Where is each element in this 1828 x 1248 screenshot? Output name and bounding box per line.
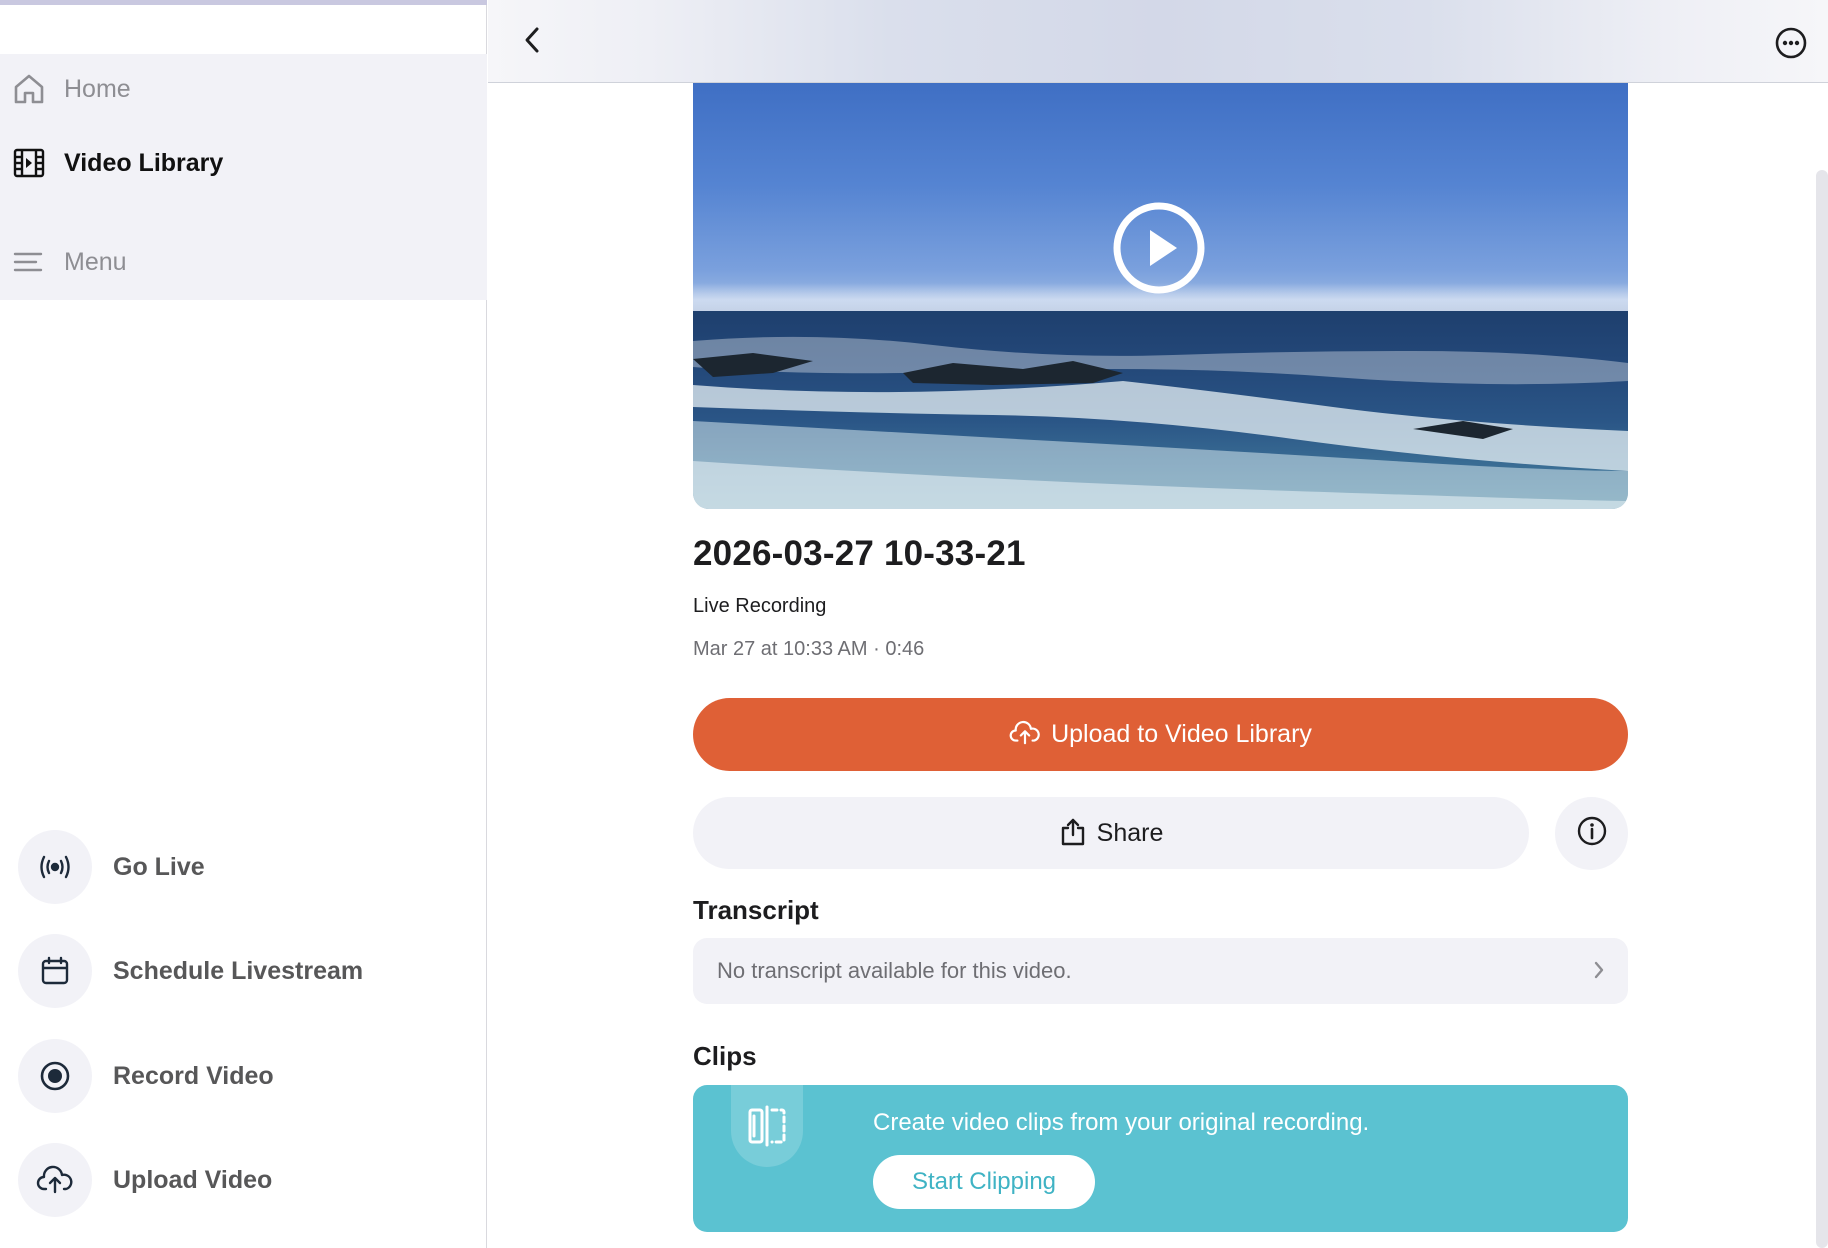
sidebar-item-label: Home (64, 74, 131, 103)
share-button-label: Share (1096, 818, 1164, 847)
clip-split-icon (731, 1085, 803, 1167)
clips-card: Create video clips from your original re… (693, 1085, 1628, 1232)
video-subtitle: Live Recording (693, 595, 827, 617)
upload-button-label: Upload to Video Library (1051, 720, 1312, 748)
clips-description: Create video clips from your original re… (873, 1109, 1370, 1136)
go-live-label: Go Live (113, 852, 205, 881)
home-icon (12, 72, 46, 106)
sidebar-item-label: Video Library (64, 148, 224, 177)
upload-video-label: Upload Video (113, 1165, 273, 1194)
calendar-icon (18, 934, 92, 1008)
sidebar-item-video-library[interactable]: Video Library (12, 146, 223, 180)
video-meta: Mar 27 at 10:33 AM · 0:46 (693, 638, 925, 660)
menu-icon (12, 245, 46, 279)
video-detail-panel: 2026-03-27 10-33-21 Live Recording Mar 2… (488, 0, 1828, 1248)
record-icon (18, 1039, 92, 1113)
schedule-livestream-label: Schedule Livestream (113, 956, 364, 985)
start-clipping-button[interactable]: Start Clipping (873, 1155, 1095, 1209)
go-live-button[interactable]: Go Live (18, 830, 205, 904)
sidebar-item-home[interactable]: Home (12, 72, 131, 106)
transcript-heading: Transcript (693, 895, 819, 925)
scrollbar[interactable] (1816, 170, 1828, 1248)
chevron-right-icon (1592, 959, 1606, 986)
sidebar-top-accent (0, 0, 487, 5)
cloud-upload-icon (1009, 720, 1041, 749)
share-icon (1059, 817, 1087, 850)
record-video-button[interactable]: Record Video (18, 1039, 274, 1113)
transcript-empty-text: No transcript available for this video. (717, 958, 1072, 983)
clips-heading: Clips (693, 1041, 757, 1071)
upload-to-library-button[interactable]: Upload to Video Library (693, 698, 1628, 771)
sidebar-item-label: Menu (64, 247, 127, 276)
transcript-row[interactable]: No transcript available for this video. (693, 938, 1628, 1004)
sidebar-item-menu[interactable]: Menu (12, 245, 127, 279)
back-button[interactable] (516, 26, 548, 58)
info-icon (1576, 815, 1608, 852)
more-options-button[interactable] (1774, 26, 1808, 60)
info-button[interactable] (1555, 797, 1628, 870)
upload-video-button[interactable]: Upload Video (18, 1143, 272, 1217)
schedule-livestream-button[interactable]: Schedule Livestream (18, 934, 363, 1008)
cloud-upload-icon (18, 1143, 92, 1217)
film-icon (12, 146, 46, 180)
top-toolbar (488, 0, 1828, 83)
chevron-left-icon (522, 25, 542, 60)
video-title: 2026-03-27 10-33-21 (693, 534, 1026, 573)
share-button[interactable]: Share (693, 797, 1529, 869)
video-thumbnail[interactable] (693, 83, 1628, 509)
ellipsis-circle-icon (1774, 27, 1808, 64)
thumbnail-waves (693, 336, 1628, 509)
broadcast-icon (18, 830, 92, 904)
play-circle-icon[interactable] (1111, 200, 1207, 296)
record-video-label: Record Video (113, 1061, 274, 1090)
sidebar: Home Video Library Menu Go Live Schedule… (0, 0, 487, 1248)
